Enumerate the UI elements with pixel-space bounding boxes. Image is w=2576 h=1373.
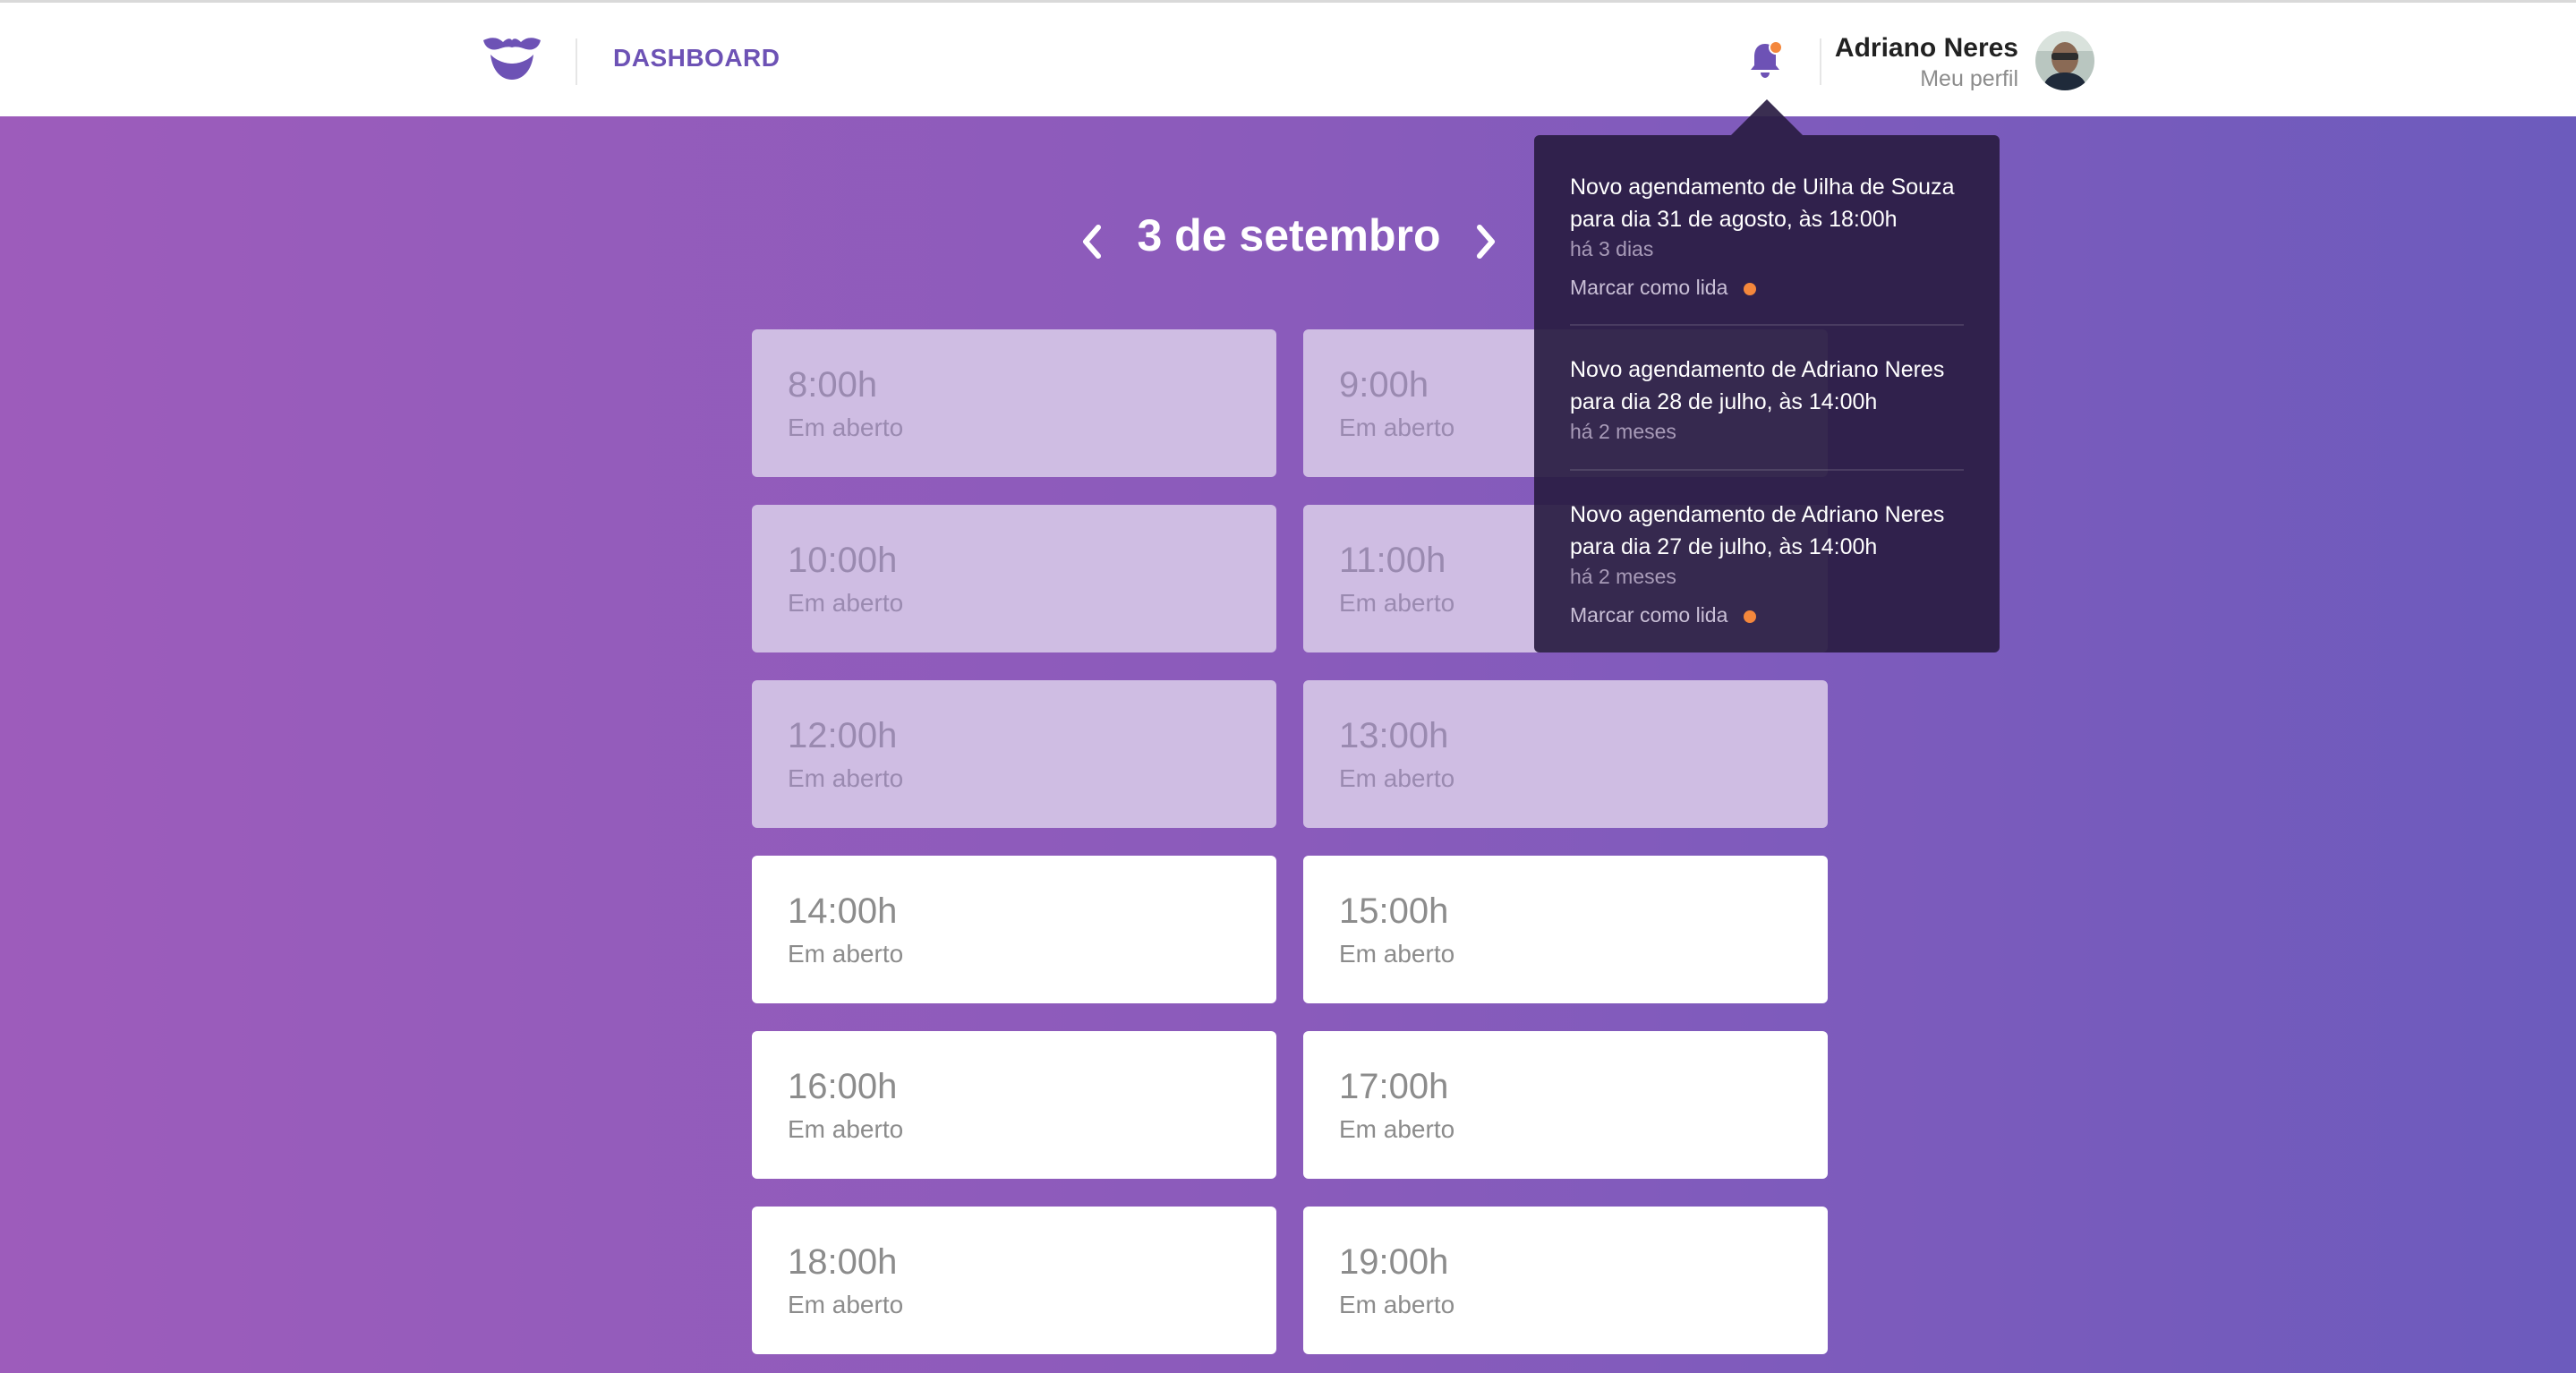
slot-status: Em aberto bbox=[788, 764, 904, 792]
slot-status: Em aberto bbox=[788, 589, 904, 617]
notification-divider bbox=[1570, 324, 1964, 326]
notification-line: Novo agendamento de Uilha de Souza bbox=[1570, 175, 1955, 200]
time-slot[interactable]: 15:00h Em aberto bbox=[1303, 856, 1828, 1003]
mark-as-read-button[interactable]: Marcar como lida bbox=[1570, 603, 1757, 627]
notification-message: Novo agendamento de Adriano Neres para d… bbox=[1570, 354, 1964, 418]
date-navigation: 3 de setembro bbox=[0, 206, 2576, 277]
header-divider bbox=[1820, 38, 1821, 85]
slot-status: Em aberto bbox=[788, 1115, 904, 1143]
slot-time: 8:00h bbox=[788, 365, 878, 405]
slot-time: 17:00h bbox=[1339, 1067, 1449, 1106]
mark-as-read-label: Marcar como lida bbox=[1570, 276, 1728, 299]
slot-status: Em aberto bbox=[788, 414, 904, 441]
notification-line: para dia 27 de julho, às 14:00h bbox=[1570, 534, 1878, 559]
slot-time: 11:00h bbox=[1339, 541, 1446, 580]
slot-time: 15:00h bbox=[1339, 891, 1449, 931]
mustache-icon[interactable] bbox=[482, 35, 542, 83]
time-slot[interactable]: 19:00h Em aberto bbox=[1303, 1207, 1828, 1354]
slot-status: Em aberto bbox=[1339, 764, 1455, 792]
time-slot[interactable]: 14:00h Em aberto bbox=[752, 856, 1276, 1003]
chevron-right-icon[interactable] bbox=[1463, 215, 1508, 269]
popover-caret bbox=[1731, 99, 1803, 135]
header-divider bbox=[576, 38, 577, 85]
slot-status: Em aberto bbox=[788, 1291, 904, 1318]
slot-time: 19:00h bbox=[1339, 1242, 1449, 1282]
slot-status: Em aberto bbox=[1339, 589, 1455, 617]
notification-message: Novo agendamento de Adriano Neres para d… bbox=[1570, 499, 1964, 563]
notification-item: Novo agendamento de Uilha de Souza para … bbox=[1570, 171, 1964, 300]
profile-link[interactable]: Meu perfil bbox=[1920, 66, 2018, 92]
notification-line: para dia 31 de agosto, às 18:00h bbox=[1570, 207, 1898, 232]
notification-time: há 3 dias bbox=[1570, 237, 1654, 260]
nav-dashboard-link[interactable]: DASHBOARD bbox=[613, 44, 780, 72]
user-name: Adriano Neres bbox=[1834, 33, 2018, 63]
slot-time: 14:00h bbox=[788, 891, 898, 931]
slot-status: Em aberto bbox=[1339, 1115, 1455, 1143]
slot-time: 13:00h bbox=[1339, 716, 1449, 755]
notification-item: Novo agendamento de Adriano Neres para d… bbox=[1570, 499, 1964, 627]
chevron-left-icon[interactable] bbox=[1070, 215, 1114, 269]
slot-time: 12:00h bbox=[788, 716, 898, 755]
unread-dot-icon bbox=[1744, 282, 1757, 295]
notification-message: Novo agendamento de Uilha de Souza para … bbox=[1570, 171, 1964, 235]
time-slot[interactable]: 12:00h Em aberto bbox=[752, 680, 1276, 828]
notification-time: há 2 meses bbox=[1570, 420, 1676, 443]
slot-time: 10:00h bbox=[788, 541, 898, 580]
notification-line: Novo agendamento de Adriano Neres bbox=[1570, 502, 1945, 527]
mark-as-read-button[interactable]: Marcar como lida bbox=[1570, 276, 1757, 300]
avatar[interactable] bbox=[2035, 31, 2094, 90]
slot-status: Em aberto bbox=[1339, 414, 1455, 441]
current-date-title: 3 de setembro bbox=[1137, 210, 1441, 260]
slot-time: 16:00h bbox=[788, 1067, 898, 1106]
time-slot[interactable]: 13:00h Em aberto bbox=[1303, 680, 1828, 828]
unread-dot-icon bbox=[1744, 610, 1757, 623]
time-slot[interactable]: 8:00h Em aberto bbox=[752, 329, 1276, 477]
time-slot[interactable]: 10:00h Em aberto bbox=[752, 505, 1276, 652]
notification-time: há 2 meses bbox=[1570, 565, 1676, 588]
slot-time: 18:00h bbox=[788, 1242, 898, 1282]
notification-item: Novo agendamento de Adriano Neres para d… bbox=[1570, 354, 1964, 444]
time-slot[interactable]: 18:00h Em aberto bbox=[752, 1207, 1276, 1354]
slot-status: Em aberto bbox=[788, 940, 904, 968]
notification-line: Novo agendamento de Adriano Neres bbox=[1570, 357, 1945, 382]
mark-as-read-label: Marcar como lida bbox=[1570, 603, 1728, 627]
slot-status: Em aberto bbox=[1339, 1291, 1455, 1318]
slot-time: 9:00h bbox=[1339, 365, 1429, 405]
time-slot[interactable]: 16:00h Em aberto bbox=[752, 1031, 1276, 1179]
top-header: DASHBOARD Adriano Neres Meu perfil bbox=[0, 3, 2576, 116]
notification-line: para dia 28 de julho, às 14:00h bbox=[1570, 389, 1878, 414]
notification-divider bbox=[1570, 469, 1964, 471]
slot-status: Em aberto bbox=[1339, 940, 1455, 968]
notifications-popover: Novo agendamento de Uilha de Souza para … bbox=[1534, 135, 2000, 652]
time-slot[interactable]: 17:00h Em aberto bbox=[1303, 1031, 1828, 1179]
unread-indicator bbox=[1769, 40, 1783, 55]
